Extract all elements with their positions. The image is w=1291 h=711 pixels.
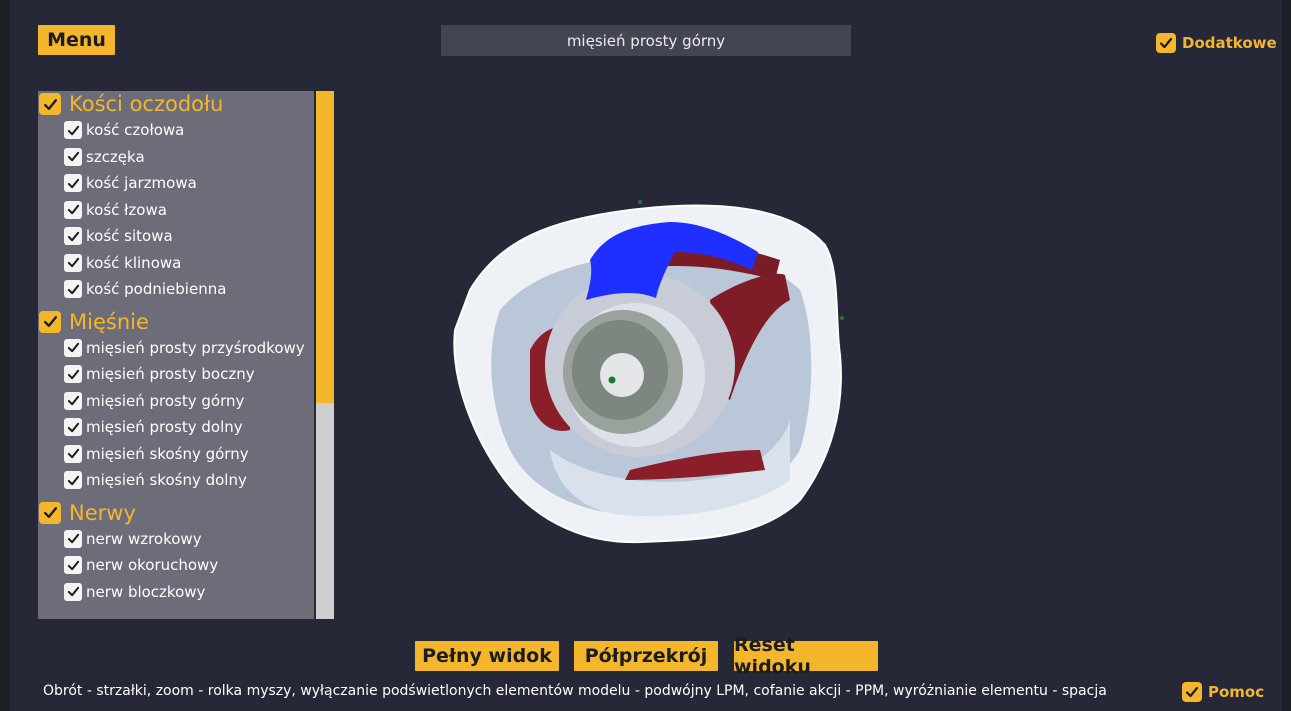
list-item-label: kość czołowa xyxy=(86,121,185,140)
list-item-label: kość klinowa xyxy=(86,253,182,272)
checkbox-checked-icon[interactable] xyxy=(64,338,82,357)
checkbox-checked-icon[interactable] xyxy=(64,391,82,410)
list-item[interactable]: nerw okoruchowy xyxy=(38,552,314,579)
help-toggle[interactable]: Pomoc xyxy=(1182,682,1264,702)
eye-model-viewport[interactable] xyxy=(430,180,860,560)
scrollbar-thumb[interactable] xyxy=(316,91,334,403)
checkbox-checked-icon[interactable] xyxy=(64,418,82,437)
checkbox-checked-icon[interactable] xyxy=(64,529,82,548)
checkbox-checked-icon[interactable] xyxy=(64,582,82,601)
category-header[interactable]: Kości oczodołu xyxy=(38,91,314,117)
list-item[interactable]: kość czołowa xyxy=(38,117,314,144)
half-section-button[interactable]: Półprzekrój xyxy=(574,641,718,671)
category-label: Mięśnie xyxy=(69,309,149,334)
list-item-label: kość podniebienna xyxy=(86,280,227,299)
element-list-scrollbar[interactable] xyxy=(316,91,334,619)
category-header[interactable]: Nerwy xyxy=(38,500,314,526)
checkbox-checked-icon[interactable] xyxy=(64,147,82,166)
checkbox-checked-icon[interactable] xyxy=(39,93,61,115)
list-item[interactable]: mięsień prosty przyśrodkowy xyxy=(38,335,314,362)
list-item[interactable]: mięsień prosty boczny xyxy=(38,361,314,388)
list-item[interactable]: kość podniebienna xyxy=(38,276,314,303)
list-item[interactable]: mięsień skośny dolny xyxy=(38,467,314,494)
selected-element-field[interactable]: mięsień prosty górny xyxy=(441,25,851,56)
category-label: Nerwy xyxy=(69,500,136,525)
list-item-label: kość sitowa xyxy=(86,227,173,246)
eye-3d-model xyxy=(453,200,844,544)
checkbox-checked-icon[interactable] xyxy=(64,227,82,246)
help-instructions: Obrót - strzałki, zoom - rolka myszy, wy… xyxy=(43,683,1107,699)
list-item[interactable]: mięsień prosty dolny xyxy=(38,414,314,441)
list-item-label: nerw bloczkowy xyxy=(86,582,206,601)
list-item[interactable]: kość klinowa xyxy=(38,250,314,277)
list-item[interactable]: nerw wzrokowy xyxy=(38,526,314,553)
checkbox-checked-icon[interactable] xyxy=(1182,682,1202,702)
category-header[interactable]: Mięśnie xyxy=(38,309,314,335)
checkbox-checked-icon[interactable] xyxy=(64,471,82,490)
extra-toggle-label: Dodatkowe xyxy=(1182,34,1277,52)
checkbox-checked-icon[interactable] xyxy=(64,200,82,219)
reset-view-button[interactable]: Reset widoku xyxy=(734,634,878,678)
checkbox-checked-icon[interactable] xyxy=(64,174,82,193)
help-toggle-label: Pomoc xyxy=(1208,683,1265,701)
menu-button[interactable]: Menu xyxy=(38,25,115,55)
list-item-label: kość jarzmowa xyxy=(86,174,197,193)
list-item-label: nerw wzrokowy xyxy=(86,529,202,548)
checkbox-checked-icon[interactable] xyxy=(64,444,82,463)
list-item-label: szczęka xyxy=(86,147,145,166)
list-item-label: nerw okoruchowy xyxy=(86,556,219,575)
list-item-label: kość łzowa xyxy=(86,200,167,219)
list-item-label: mięsień prosty dolny xyxy=(86,418,243,437)
element-list-panel: Kości oczodołu kość czołowa szczęka kość ja… xyxy=(38,91,314,619)
list-item-label: mięsień prosty górny xyxy=(86,391,245,410)
list-item[interactable]: nerw bloczkowy xyxy=(38,579,314,606)
checkbox-checked-icon[interactable] xyxy=(64,556,82,575)
list-item[interactable]: szczęka xyxy=(38,144,314,171)
list-item-label: mięsień skośny górny xyxy=(86,444,249,463)
list-item-label: mięsień skośny dolny xyxy=(86,471,247,490)
checkbox-checked-icon[interactable] xyxy=(64,121,82,140)
list-item[interactable]: kość sitowa xyxy=(38,223,314,250)
extra-toggle[interactable]: Dodatkowe xyxy=(1156,33,1277,53)
list-item-label: mięsień prosty przyśrodkowy xyxy=(86,338,305,357)
list-item[interactable]: kość łzowa xyxy=(38,197,314,224)
list-item[interactable]: mięsień prosty górny xyxy=(38,388,314,415)
list-item-label: mięsień prosty boczny xyxy=(86,365,255,384)
checkbox-checked-icon[interactable] xyxy=(64,253,82,272)
checkbox-checked-icon[interactable] xyxy=(64,280,82,299)
checkbox-checked-icon[interactable] xyxy=(39,310,61,333)
checkbox-checked-icon[interactable] xyxy=(1156,33,1176,53)
checkbox-checked-icon[interactable] xyxy=(39,501,61,524)
full-view-button[interactable]: Pełny widok xyxy=(415,641,559,671)
category-label: Kości oczodołu xyxy=(69,92,224,116)
list-item[interactable]: mięsień skośny górny xyxy=(38,441,314,468)
list-item[interactable]: kość jarzmowa xyxy=(38,170,314,197)
checkbox-checked-icon[interactable] xyxy=(64,365,82,384)
